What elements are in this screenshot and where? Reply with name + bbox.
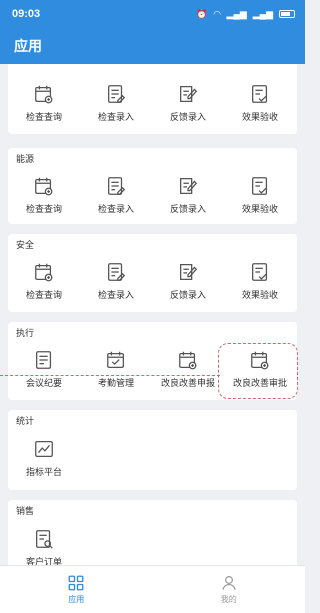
person-icon <box>222 576 236 590</box>
battery-icon <box>279 10 295 18</box>
menu-item-effect-acceptance[interactable]: 效果验收 <box>224 175 296 215</box>
menu-item-inspection-query[interactable]: 检查查询 <box>8 83 80 123</box>
menu-item-inspection-entry[interactable]: 检查录入 <box>80 261 152 301</box>
section-title: 销售 <box>16 506 35 516</box>
section-title: 能源 <box>16 154 35 164</box>
edit-note-icon <box>180 178 198 194</box>
section-title: 执行 <box>16 328 35 338</box>
grid-apps-icon <box>68 575 84 591</box>
document-edit-icon <box>108 85 126 103</box>
status-bar: 09:03 ⏰ ◠ ▂▄▆ ▂▄▆ <box>0 0 305 28</box>
calendar-grid-icon <box>35 263 53 282</box>
section-title: 安全 <box>16 240 35 250</box>
signal-icon: ▂▄▆ <box>252 8 273 19</box>
calendar-check-icon <box>107 351 124 368</box>
calendar-grid-icon <box>35 85 53 104</box>
bottom-tab-bar: 应用 我的 <box>0 565 305 613</box>
menu-item-feedback-entry[interactable]: 反馈录入 <box>152 175 224 215</box>
page-title: 应用 <box>14 38 42 54</box>
check-document-icon <box>252 85 268 103</box>
annotation-highlight-box <box>218 343 298 399</box>
section-title: 统计 <box>16 416 35 426</box>
signal-icon: ▂▄▆ <box>226 8 247 19</box>
check-document-icon <box>252 263 268 281</box>
annotation-dashed-line <box>0 375 220 376</box>
tab-mine[interactable]: 我的 <box>153 566 306 613</box>
section-card-energy: 能源 检查查询 检查录入 反馈录入 效果验收 <box>8 148 297 224</box>
edit-note-icon <box>180 264 198 280</box>
document-edit-icon <box>108 177 126 195</box>
menu-item-inspection-entry[interactable]: 检查录入 <box>80 83 152 123</box>
section-card-safety: 安全 检查查询 检查录入 反馈录入 效果验收 <box>8 234 297 312</box>
menu-item-inspection-query[interactable]: 检查查询 <box>8 261 80 301</box>
document-edit-icon <box>108 263 126 281</box>
content-scroll[interactable]: 检查查询 检查录入 反馈录入 效果验收 能源 检查查询 检查录入 反馈录入 效果… <box>0 64 305 565</box>
app-bar: 应用 <box>0 28 305 64</box>
section-card-sales: 销售 客户订单 <box>8 500 297 565</box>
menu-item-feedback-entry[interactable]: 反馈录入 <box>152 261 224 301</box>
menu-item-effect-acceptance[interactable]: 效果验收 <box>224 83 296 123</box>
menu-item-inspection-query[interactable]: 检查查询 <box>8 175 80 215</box>
section-card: 检查查询 检查录入 反馈录入 效果验收 <box>8 64 297 134</box>
menu-item-inspection-entry[interactable]: 检查录入 <box>80 175 152 215</box>
tab-label: 我的 <box>220 595 237 604</box>
alarm-icon: ⏰ <box>196 8 208 19</box>
status-icons: ⏰ ◠ ▂▄▆ ▂▄▆ <box>196 9 295 20</box>
line-chart-icon <box>35 441 53 457</box>
calendar-grid-icon <box>179 351 197 370</box>
section-card-statistics: 统计 指标平台 <box>8 410 297 490</box>
document-lines-icon <box>36 351 52 369</box>
menu-item-attendance[interactable]: 考勤管理 <box>80 349 152 389</box>
menu-item-customer-orders[interactable]: 客户订单 <box>8 528 80 565</box>
status-time: 09:03 <box>12 8 41 20</box>
tab-apps[interactable]: 应用 <box>0 566 153 613</box>
check-document-icon <box>252 177 268 195</box>
menu-item-meeting-minutes[interactable]: 会议纪要 <box>8 349 80 389</box>
document-search-icon <box>36 530 53 549</box>
edit-note-icon <box>180 86 198 102</box>
calendar-grid-icon <box>35 177 53 196</box>
menu-item-indicator-platform[interactable]: 指标平台 <box>8 438 80 478</box>
menu-item-improvement-declaration[interactable]: 改良改善申报 <box>152 349 224 389</box>
menu-item-feedback-entry[interactable]: 反馈录入 <box>152 83 224 123</box>
menu-item-effect-acceptance[interactable]: 效果验收 <box>224 261 296 301</box>
tab-label: 应用 <box>68 595 85 604</box>
wifi-icon: ◠ <box>213 8 221 19</box>
